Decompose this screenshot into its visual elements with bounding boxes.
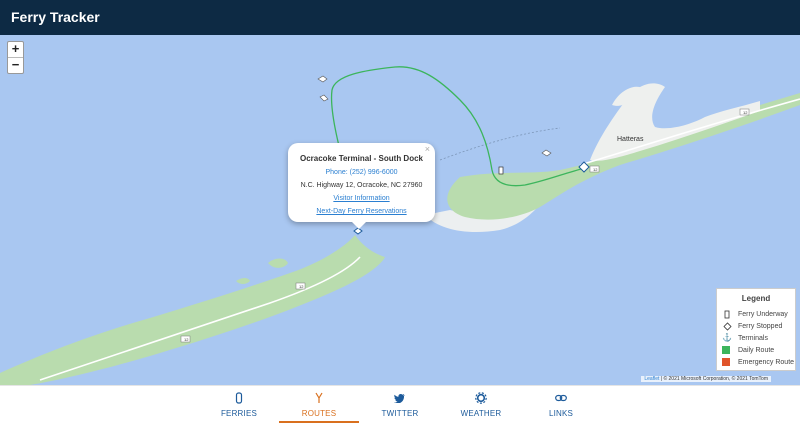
legend-label: Terminals <box>738 334 768 342</box>
road-number: 12 <box>299 284 304 289</box>
road-number: 12 <box>184 337 189 342</box>
zoom-control: + − <box>7 41 24 74</box>
popup-address: N.C. Highway 12, Ocracoke, NC 27960 <box>300 182 423 189</box>
ferry-reservations-link[interactable]: Next-Day Ferry Reservations <box>288 208 435 215</box>
emergency-route-swatch <box>722 358 730 366</box>
terminal-icon: ⚓ <box>722 333 732 342</box>
legend-label: Daily Route <box>738 346 775 354</box>
tab-label: WEATHER <box>460 409 502 418</box>
hatteras-label: Hatteras <box>617 136 644 143</box>
visitor-information-link[interactable]: Visitor Information <box>288 195 435 202</box>
ferry-marker[interactable] <box>319 94 329 102</box>
terminal-popup: × Ocracoke Terminal - South Dock Phone: … <box>288 143 435 229</box>
channel-line <box>439 127 561 161</box>
app-title: Ferry Tracker <box>11 9 100 25</box>
road-number: 12 <box>743 110 748 115</box>
tab-label: FERRIES <box>220 409 258 418</box>
daily-route-swatch <box>722 346 730 354</box>
zoom-in-button[interactable]: + <box>8 42 23 58</box>
islet <box>236 278 250 284</box>
tab-twitter[interactable]: TWITTER <box>360 386 440 423</box>
ferry-marker[interactable] <box>541 149 552 157</box>
legend-item: Ferry Stopped <box>722 321 782 331</box>
legend-label: Emergency Route <box>738 358 795 366</box>
popup-tip <box>352 222 366 229</box>
tab-ferries[interactable]: FERRIES <box>199 386 279 423</box>
ferry-marker[interactable] <box>317 75 328 83</box>
popup-close-button[interactable]: × <box>425 144 430 154</box>
tab-label: TWITTER <box>381 409 419 418</box>
ocracoke-island <box>0 235 385 385</box>
map-attribution: Leaflet | © 2021 Microsoft Corporation, … <box>641 376 771 382</box>
ferry-underway-icon <box>722 310 732 319</box>
zoom-out-button[interactable]: − <box>8 58 23 73</box>
link-icon <box>521 390 601 406</box>
bottom-nav: FERRIES ROUTES TWITTER WEATHER LINKS <box>0 385 800 424</box>
ferry-stopped-icon <box>722 322 732 331</box>
popup-phone[interactable]: Phone: (252) 996-6000 <box>288 169 435 176</box>
legend-label: Ferry Stopped <box>738 322 783 330</box>
leaflet-link[interactable]: Leaflet <box>644 376 659 382</box>
tab-links[interactable]: LINKS <box>521 386 601 423</box>
tab-label: ROUTES <box>301 409 337 418</box>
popup-title: Ocracoke Terminal - South Dock <box>300 154 423 163</box>
weather-gear-icon <box>441 390 521 406</box>
routes-icon <box>279 390 359 406</box>
legend-title: Legend <box>741 294 771 303</box>
attribution-text: | © 2021 Microsoft Corporation, © 2021 T… <box>660 376 768 382</box>
tab-weather[interactable]: WEATHER <box>441 386 521 423</box>
map-view[interactable]: Hatteras 12 12 12 12 + − × Ocracoke Term… <box>0 35 800 385</box>
legend-item: Emergency Route <box>722 357 794 367</box>
tab-label: LINKS <box>548 409 574 418</box>
ferry-icon <box>199 390 279 406</box>
legend-item: Daily Route <box>722 345 774 355</box>
map-legend: Legend Ferry Underway Ferry Stopped ⚓ Te… <box>716 288 796 371</box>
legend-label: Ferry Underway <box>738 310 788 318</box>
legend-item: Ferry Underway <box>722 309 788 319</box>
ferry-underway-marker[interactable] <box>498 166 504 175</box>
legend-item: ⚓ Terminals <box>722 333 768 343</box>
app-header: Ferry Tracker <box>0 0 800 35</box>
islet <box>268 258 288 268</box>
tab-routes[interactable]: ROUTES <box>279 386 359 423</box>
twitter-icon <box>360 390 440 406</box>
road-number: 12 <box>593 167 598 172</box>
